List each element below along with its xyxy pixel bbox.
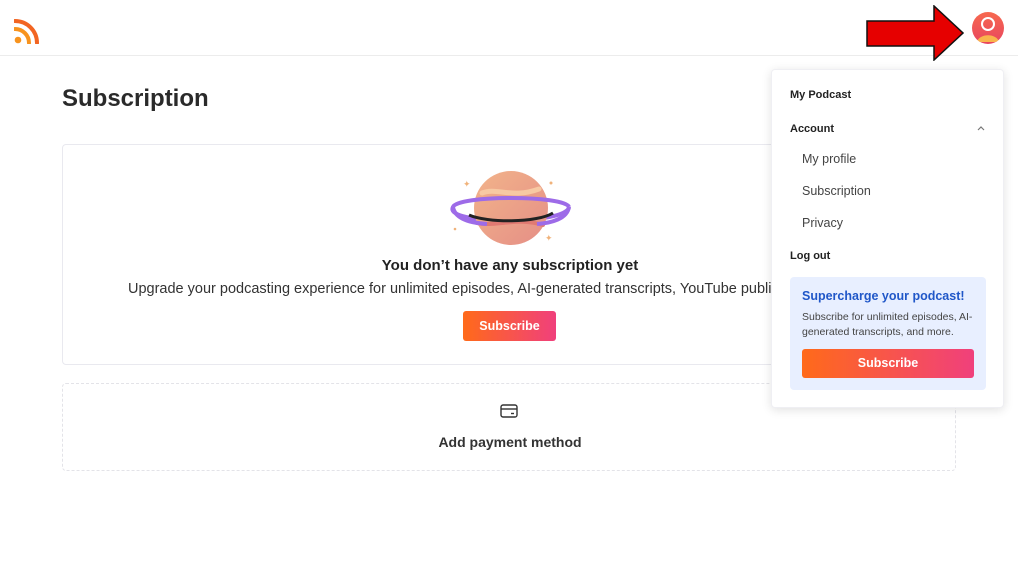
svg-text:✦: ✦ (463, 179, 471, 189)
rss-icon[interactable] (14, 18, 40, 44)
annotation-arrow-avatar (866, 5, 964, 61)
chevron-up-icon[interactable] (976, 124, 986, 132)
menu-item-logout[interactable]: Log out (790, 250, 830, 262)
svg-text:✦: ✦ (545, 233, 553, 243)
promo-description: Subscribe for unlimited episodes, AI-gen… (802, 311, 973, 338)
add-payment-method-label: Add payment method (438, 434, 582, 450)
subscribe-button[interactable]: Subscribe (463, 311, 556, 341)
planet-illustration: ✦ ✦ (450, 171, 571, 245)
page-title: Subscription (62, 85, 209, 112)
menu-item-my-podcast[interactable]: My Podcast (790, 89, 851, 101)
account-dropdown-menu: My Podcast Account My profile Subscripti… (771, 69, 1004, 408)
promo-title: Supercharge your podcast! (802, 289, 965, 303)
menu-item-privacy[interactable]: Privacy (802, 216, 843, 230)
avatar[interactable] (972, 12, 1004, 44)
empty-state-description: Upgrade your podcasting experience for u… (128, 281, 807, 297)
credit-card-icon (500, 404, 518, 418)
menu-item-subscription[interactable]: Subscription (802, 184, 871, 198)
menu-item-account[interactable]: Account (790, 123, 834, 135)
promo-subscribe-button[interactable]: Subscribe (802, 349, 974, 378)
menu-item-my-profile[interactable]: My profile (802, 152, 856, 166)
promo-box: Supercharge your podcast! Subscribe for … (790, 277, 986, 390)
